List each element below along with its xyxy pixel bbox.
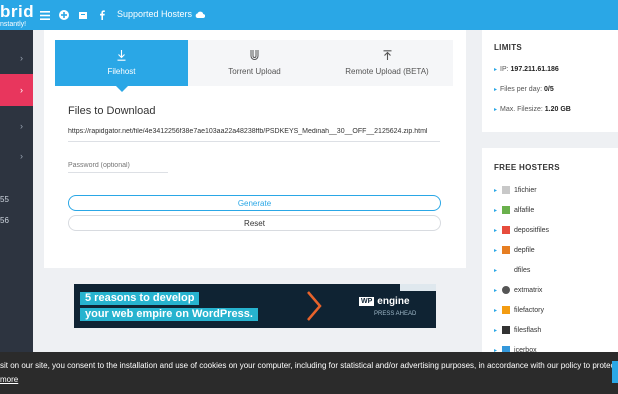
extmatrix-icon: [502, 286, 511, 294]
hoster-item[interactable]: ▸ filefactory: [494, 306, 544, 314]
links-textarea[interactable]: https://rapidgator.net/file/4e3412256f38…: [68, 128, 440, 142]
chevron-right-icon: ›: [20, 53, 23, 63]
reset-button[interactable]: Reset: [68, 215, 441, 231]
sidebar-item-3[interactable]: ›: [0, 110, 33, 142]
tab-label: Remote Upload (BETA): [345, 67, 429, 76]
hoster-item[interactable]: ▸ 1fichier: [494, 186, 537, 194]
ip-value: 197.211.61.186: [510, 66, 559, 73]
supported-hosters-link[interactable]: Supported Hosters: [117, 9, 206, 19]
chevron-right-icon: ›: [20, 85, 23, 95]
filesflash-icon: [502, 326, 511, 334]
download-icon: [117, 50, 126, 61]
tab-filehost[interactable]: Filehost: [55, 40, 188, 92]
bookmark-icon[interactable]: [76, 8, 90, 22]
section-title: Files to Download: [68, 105, 156, 117]
logo[interactable]: brid: [0, 2, 34, 22]
cookie-text: sit on our site, you consent to the inst…: [0, 361, 617, 370]
sidebar-item-2[interactable]: ›: [0, 74, 33, 106]
hoster-item[interactable]: ▸ dfiles: [494, 266, 530, 274]
menu-icon[interactable]: [38, 8, 52, 22]
wpengine-logo: WP engine: [359, 296, 410, 307]
cookie-more-link[interactable]: more: [0, 375, 18, 384]
tab-label: Torrent Upload: [228, 67, 281, 76]
sidebar-count: 56: [0, 216, 9, 225]
generate-button[interactable]: Generate: [68, 195, 441, 211]
limits-title: LIMITS: [494, 43, 523, 52]
1fichier-icon: [502, 186, 511, 194]
facebook-icon[interactable]: [95, 8, 109, 22]
ad-info-badge[interactable]: [400, 284, 436, 291]
files-per-day-value: 0/5: [544, 86, 554, 93]
files-per-day-line: ▸ Files per day: 0/5: [494, 86, 554, 93]
tab-torrent-upload[interactable]: Torrent Upload: [188, 40, 321, 86]
password-input[interactable]: [68, 159, 168, 173]
top-bar: brid nstantly! Supported Hosters: [0, 0, 618, 30]
alfafile-icon: [502, 206, 511, 214]
sidebar-count: 55: [0, 195, 9, 204]
dfiles-icon: [502, 266, 511, 274]
depositfiles-icon: [502, 226, 511, 234]
sidebar-item-1[interactable]: ›: [0, 42, 33, 74]
limits-panel: LIMITS ▸ IP: 197.211.61.186 ▸ Files per da…: [482, 30, 618, 132]
free-hosters-title: FREE HOSTERS: [494, 163, 560, 172]
max-filesize-value: 1.20 GB: [544, 106, 571, 113]
magnet-icon: [250, 50, 259, 60]
ad-banner[interactable]: 5 reasons to develop your web empire on …: [74, 284, 436, 328]
logo-tagline: nstantly!: [0, 21, 27, 28]
chevron-right-icon: [307, 291, 322, 321]
hoster-item[interactable]: ▸ extmatrix: [494, 286, 542, 294]
filefactory-icon: [502, 306, 511, 314]
hoster-item[interactable]: ▸ alfafile: [494, 206, 534, 214]
wp-badge: WP: [359, 297, 375, 306]
download-card: Filehost Torrent Upload Remote Upload (B…: [44, 30, 466, 268]
chevron-right-icon: ›: [20, 121, 23, 131]
upload-icon: [383, 50, 391, 60]
ad-headline-2: your web empire on WordPress.: [80, 308, 258, 321]
hoster-item[interactable]: ▸ filesflash: [494, 326, 541, 334]
sidebar-item-4[interactable]: ›: [0, 140, 33, 172]
add-icon[interactable]: [57, 8, 71, 22]
tab-label: Filehost: [107, 67, 136, 76]
max-filesize-line: ▸ Max. Filesize: 1.20 GB: [494, 106, 571, 113]
cookie-banner: sit on our site, you consent to the inst…: [0, 352, 618, 394]
depfile-icon: [502, 246, 511, 254]
hoster-item[interactable]: ▸ depositfiles: [494, 226, 549, 234]
upload-tabs: Filehost Torrent Upload Remote Upload (B…: [55, 40, 453, 92]
left-sidebar: › › › › 55 56: [0, 30, 33, 394]
chevron-right-icon: ›: [20, 151, 23, 161]
ad-headline-1: 5 reasons to develop: [80, 292, 200, 305]
ad-tagline: PRESS AHEAD: [374, 311, 417, 317]
brand-name: engine: [377, 296, 410, 307]
cloud-icon: [195, 11, 206, 18]
hoster-item[interactable]: ▸ depfile: [494, 246, 535, 254]
ip-line: ▸ IP: 197.211.61.186: [494, 66, 559, 73]
cookie-accept-button[interactable]: [612, 361, 618, 383]
tab-remote-upload[interactable]: Remote Upload (BETA): [321, 40, 453, 86]
supported-hosters-label: Supported Hosters: [117, 9, 193, 19]
